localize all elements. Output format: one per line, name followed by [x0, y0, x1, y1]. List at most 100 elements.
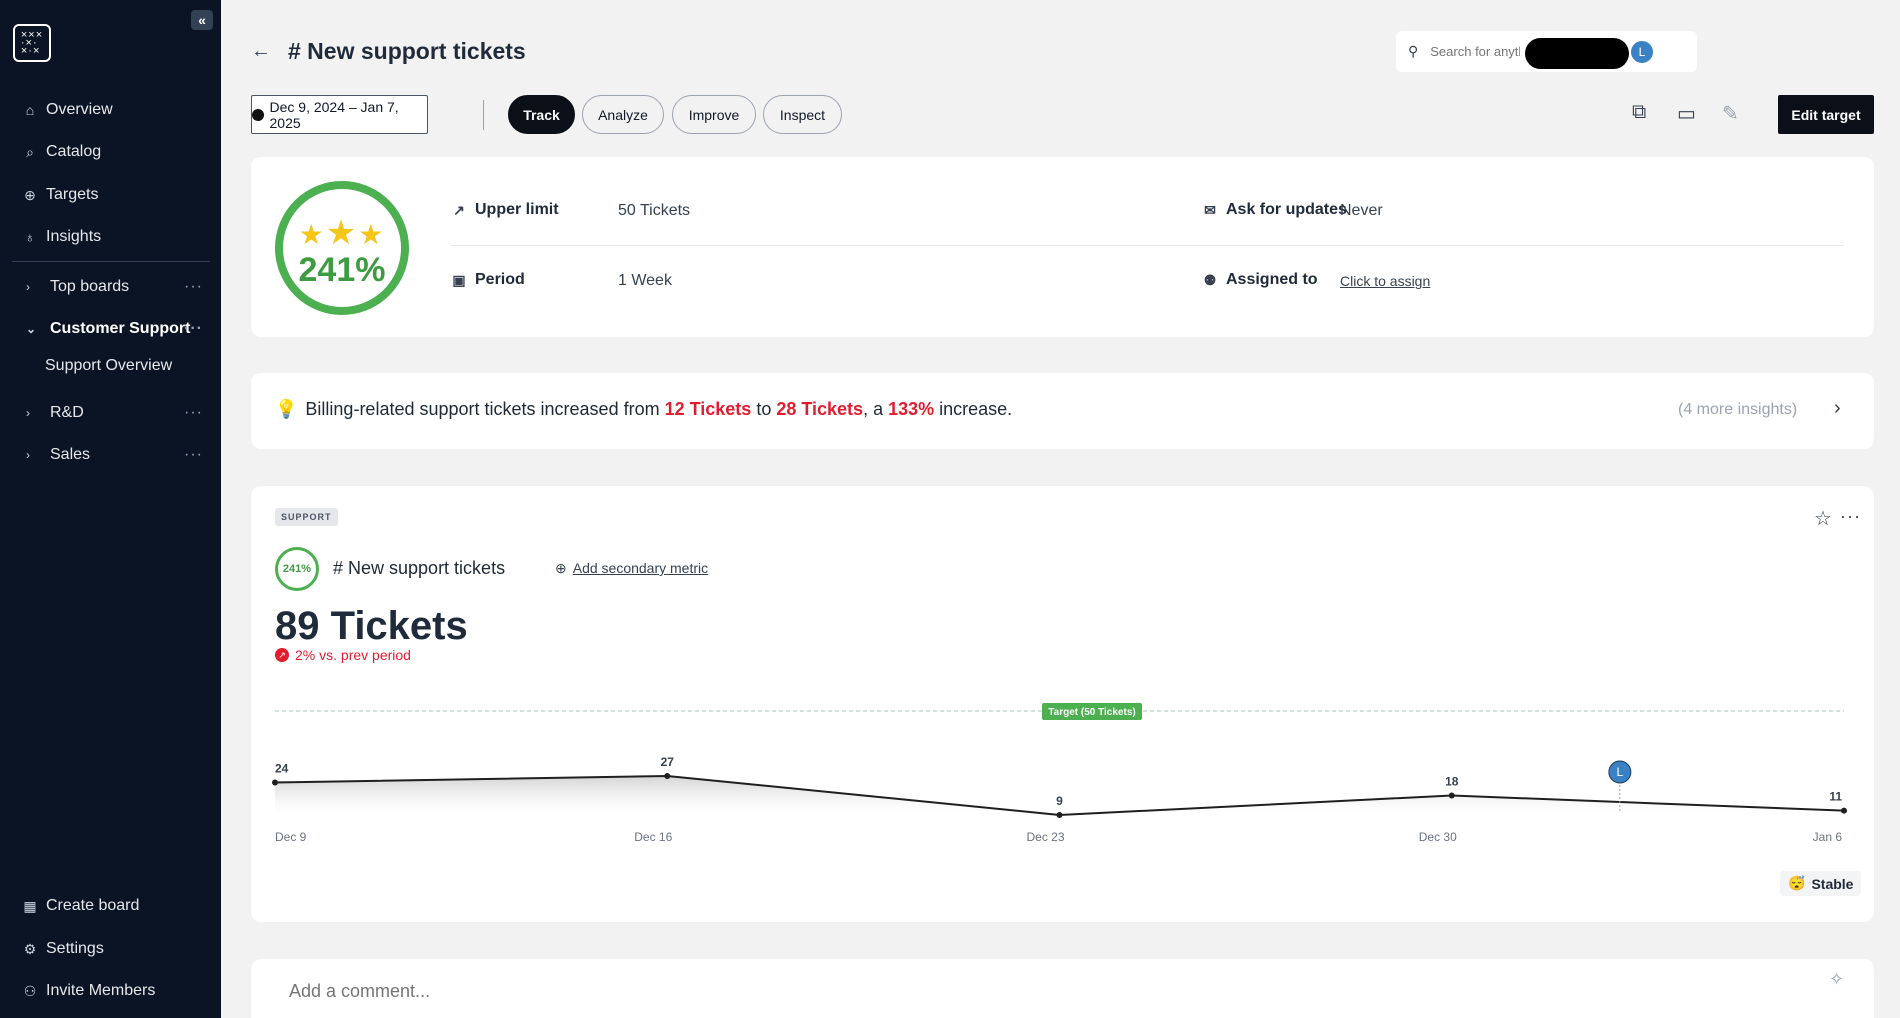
trend-label: Stable — [1811, 875, 1854, 892]
sidebar-board-customer-support[interactable]: ⌄ Customer Support ··· — [26, 316, 203, 342]
upper-limit-value: 50 Tickets — [618, 202, 691, 219]
sidebar-item-targets[interactable]: ⊕ Targets — [22, 182, 98, 208]
date-range-picker[interactable]: Dec 9, 2024 – Jan 7, 2025 — [251, 95, 428, 134]
search-icon: ⌕ — [26, 143, 34, 160]
sidebar-item-label: Settings — [46, 940, 104, 957]
x-tick-label: Dec 9 — [275, 830, 307, 844]
data-label: 11 — [1829, 790, 1842, 804]
add-to-board-icon[interactable]: ⧉ — [1632, 101, 1646, 124]
period-value: 1 Week — [618, 272, 672, 289]
edit-target-button[interactable]: Edit target — [1778, 95, 1874, 134]
comment-card: ✧ — [251, 959, 1874, 1018]
insight-from: 12 Tickets — [664, 399, 752, 419]
sidebar-board-rnd[interactable]: › R&D ··· — [26, 400, 203, 426]
board-more-icon[interactable]: ··· — [184, 404, 203, 422]
tab-improve[interactable]: Improve — [672, 95, 756, 134]
sidebar-board-sales[interactable]: › Sales ··· — [26, 442, 203, 468]
sleepy-face-icon: 😴 — [1788, 875, 1806, 891]
app-logo-icon[interactable]: ××× ·×· ×·× — [13, 24, 51, 62]
sidebar-item-create-board[interactable]: ▦ Create board — [22, 893, 139, 919]
data-point[interactable] — [1448, 792, 1455, 799]
chevron-down-icon: ⌄ — [26, 322, 37, 336]
x-tick-label: Dec 23 — [1026, 830, 1064, 844]
avatar[interactable]: L — [1630, 40, 1654, 64]
period-label: ▣ Period — [451, 271, 524, 289]
search-icon: ⚲ — [1408, 43, 1419, 59]
comment-input[interactable] — [289, 981, 1489, 1002]
click-to-assign-link[interactable]: Click to assign — [1340, 273, 1430, 289]
data-point[interactable] — [272, 779, 278, 786]
insight-card[interactable]: 💡 Billing-related support tickets increas… — [251, 373, 1874, 449]
data-point[interactable] — [664, 773, 671, 779]
page-title: # New support tickets — [288, 38, 526, 64]
sidebar-item-label: Insights — [46, 228, 102, 245]
back-arrow-icon[interactable]: ← — [251, 40, 271, 63]
tab-analyze[interactable]: Analyze — [582, 95, 664, 134]
sparkle-icon[interactable]: ✧ — [1829, 969, 1844, 990]
board-label: Top boards — [50, 278, 130, 295]
sidebar: ××× ·×· ×·× « ⌂ Overview ⌕ Catalog ⊕ Targe… — [0, 0, 221, 1018]
board-more-icon[interactable]: ··· — [184, 446, 203, 464]
calendar-icon: ▣ — [452, 271, 466, 288]
chevron-right-icon[interactable]: › — [1834, 397, 1841, 420]
ask-updates-label: ✉ Ask for updates — [1202, 201, 1347, 219]
board-more-icon[interactable]: ··· — [184, 278, 203, 296]
board-label: Sales — [50, 446, 91, 463]
mail-icon: ✉ — [1204, 201, 1216, 218]
board-label: Customer Support — [50, 320, 191, 337]
svg-text:Target (50 Tickets): Target (50 Tickets) — [1048, 707, 1135, 718]
metric-card: SUPPORT ☆ ··· 241% # New support tickets… — [251, 486, 1874, 922]
target-card: ★★★ 241% ↗ Upper limit 50 Tickets ✉ Ask … — [251, 157, 1874, 337]
sidebar-item-settings[interactable]: ⚙ Settings — [22, 936, 104, 962]
collapse-sidebar-button[interactable]: « — [191, 10, 213, 30]
sidebar-item-support-overview[interactable]: Support Overview — [45, 357, 172, 375]
toolbar-divider — [483, 100, 484, 130]
data-point[interactable] — [1056, 812, 1063, 818]
comment-icon[interactable]: ▭ — [1677, 101, 1696, 126]
table-icon: ▦ — [23, 897, 37, 914]
sidebar-board-top-boards[interactable]: › Top boards ··· — [26, 274, 203, 300]
target-divider — [451, 245, 1844, 246]
calendar-dot-icon — [252, 108, 264, 121]
redacted-user-name — [1525, 38, 1629, 69]
main-content: ← # New support tickets ⚲ L Dec 9, 2024 … — [221, 0, 1900, 1018]
chevron-right-icon: › — [26, 448, 30, 462]
sidebar-item-catalog[interactable]: ⌕ Catalog — [22, 139, 101, 165]
sidebar-item-insights[interactable]: ♁ Insights — [22, 224, 101, 250]
target-progress-ring: ★★★ 241% — [275, 181, 409, 315]
trend-badge: 😴 Stable — [1780, 871, 1862, 896]
star-rating-icon: ★★★ — [298, 214, 386, 252]
x-tick-label: Jan 6 — [1813, 830, 1843, 844]
annotation-label: L — [1617, 765, 1624, 779]
data-label: 24 — [275, 762, 289, 776]
upper-limit-text: Upper limit — [475, 201, 559, 218]
ask-updates-value[interactable]: Never — [1340, 202, 1383, 220]
target-label: Target (50 Tickets) — [1042, 703, 1142, 720]
assigned-to-text: Assigned to — [1226, 271, 1318, 288]
trending-up-icon: ↗ — [453, 201, 465, 218]
tab-track[interactable]: Track — [508, 95, 575, 134]
tab-inspect[interactable]: Inspect — [763, 95, 842, 134]
sidebar-item-overview[interactable]: ⌂ Overview — [22, 97, 113, 123]
target-icon: ⊕ — [24, 186, 36, 203]
pencil-icon[interactable]: ✎ — [1722, 101, 1739, 126]
date-range-label: Dec 9, 2024 – Jan 7, 2025 — [269, 98, 399, 131]
ask-updates-text: Ask for updates — [1226, 201, 1347, 218]
sidebar-item-label: Overview — [46, 101, 113, 118]
sidebar-item-label: Catalog — [46, 143, 102, 160]
insight-suffix: increase. — [934, 399, 1013, 419]
x-tick-label: Dec 30 — [1419, 830, 1457, 844]
sidebar-item-invite-members[interactable]: ⚇ Invite Members — [22, 978, 156, 1004]
board-more-icon[interactable]: ··· — [184, 320, 203, 338]
upper-limit-label: ↗ Upper limit — [451, 201, 559, 219]
lightbulb-icon: ♁ — [24, 229, 36, 245]
insight-mid2: , a — [863, 399, 889, 419]
data-point[interactable] — [1841, 807, 1847, 814]
more-insights-link[interactable]: (4 more insights) — [1678, 401, 1797, 419]
x-tick-label: Dec 16 — [634, 830, 672, 844]
tickets-chart: Target (50 Tickets) 24 Dec 9 27 Dec 16 9 Dec … — [272, 703, 1847, 844]
home-icon: ⌂ — [25, 102, 35, 118]
lightbulb-icon: 💡 — [275, 399, 298, 419]
sidebar-item-label: Targets — [46, 186, 99, 203]
insight-pct: 133% — [888, 399, 935, 419]
